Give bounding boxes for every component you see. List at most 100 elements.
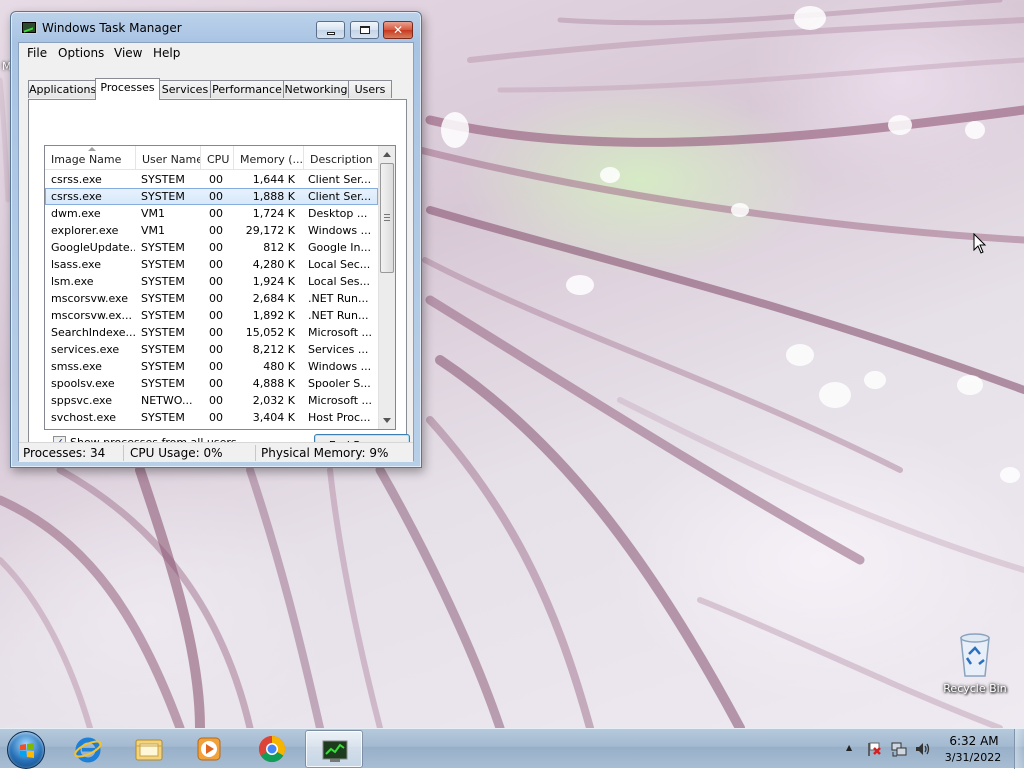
status-processes: Processes: 34 — [23, 446, 106, 460]
cell-description: Microsoft ... — [308, 394, 373, 407]
process-list[interactable]: Image Name User Name CPU Memory (... Des… — [44, 145, 396, 430]
maximize-button[interactable] — [350, 21, 379, 39]
recycle-bin-shortcut[interactable]: Recycle Bin — [938, 630, 1012, 695]
cell-image-name: mscorsvw.ex... — [51, 309, 133, 322]
cell-memory: 1,924 K — [252, 275, 295, 288]
tab-applications[interactable]: Applications — [28, 80, 96, 98]
table-row[interactable]: explorer.exe VM1 00 29,172 K Windows ... — [45, 222, 378, 239]
scroll-up-icon[interactable] — [383, 152, 391, 157]
cell-image-name: csrss.exe — [51, 190, 102, 203]
tray-expand-icon[interactable]: ▲ — [846, 743, 852, 752]
title-bar[interactable]: Windows Task Manager ✕ — [11, 12, 421, 42]
cell-user-name: VM1 — [141, 207, 166, 220]
tab-users[interactable]: Users — [348, 80, 392, 98]
cell-cpu: 00 — [209, 292, 223, 305]
network-icon[interactable] — [891, 741, 907, 757]
taskbar-task-manager[interactable] — [305, 730, 363, 768]
cell-description: Host Proc... — [308, 411, 371, 424]
table-row[interactable]: mscorsvw.exe SYSTEM 00 2,684 K .NET Run... — [45, 290, 378, 307]
cell-user-name: SYSTEM — [141, 258, 185, 271]
cell-cpu: 00 — [209, 394, 223, 407]
table-row[interactable]: GoogleUpdate... SYSTEM 00 812 K Google In... — [45, 239, 378, 256]
tab-networking[interactable]: Networking — [283, 80, 349, 98]
taskbar: ▲ 6:32 AM 3/31/2022 — [0, 728, 1024, 769]
start-button[interactable] — [7, 731, 45, 769]
taskbar-internet-explorer[interactable] — [59, 730, 117, 768]
cell-image-name: smss.exe — [51, 360, 102, 373]
table-row[interactable]: services.exe SYSTEM 00 8,212 K Services ... — [45, 341, 378, 358]
taskbar-file-explorer[interactable] — [120, 730, 178, 768]
column-image-name[interactable]: Image Name — [45, 146, 136, 170]
close-button[interactable]: ✕ — [383, 21, 413, 39]
minimize-button[interactable] — [316, 21, 345, 39]
cell-description: Local Ses... — [308, 275, 370, 288]
status-bar: Processes: 34 CPU Usage: 0% Physical Mem… — [19, 442, 413, 462]
task-manager-window[interactable]: Windows Task Manager ✕ File Options View… — [10, 11, 422, 468]
table-row[interactable]: svchost.exe SYSTEM 00 3,404 K Host Proc... — [45, 409, 378, 426]
cell-cpu: 00 — [209, 275, 223, 288]
cell-image-name: sppsvc.exe — [51, 394, 112, 407]
taskbar-chrome[interactable] — [243, 730, 301, 768]
menu-view[interactable]: View — [114, 46, 142, 60]
action-center-flag-icon[interactable] — [866, 741, 882, 757]
table-row[interactable]: spoolsv.exe SYSTEM 00 4,888 K Spooler S... — [45, 375, 378, 392]
column-user-name[interactable]: User Name — [136, 146, 201, 170]
cell-description: .NET Run... — [308, 292, 369, 305]
table-row[interactable]: csrss.exe SYSTEM 00 1,644 K Client Ser... — [45, 171, 378, 188]
taskbar-media-player[interactable] — [180, 730, 238, 768]
file-explorer-icon — [135, 739, 163, 761]
show-desktop-button[interactable] — [1014, 729, 1024, 769]
cell-memory: 15,052 K — [245, 326, 295, 339]
cell-memory: 3,404 K — [252, 411, 295, 424]
table-row[interactable]: dwm.exe VM1 00 1,724 K Desktop ... — [45, 205, 378, 222]
clock-time[interactable]: 6:32 AM — [946, 734, 1002, 748]
cell-cpu: 00 — [209, 173, 223, 186]
chrome-icon — [258, 735, 286, 763]
status-cpu-usage: CPU Usage: 0% — [130, 446, 223, 460]
cell-image-name: SearchIndexe... — [51, 326, 135, 339]
menu-file[interactable]: File — [27, 46, 47, 60]
cell-cpu: 00 — [209, 360, 223, 373]
tab-processes[interactable]: Processes — [95, 78, 160, 100]
tab-performance[interactable]: Performance — [210, 80, 284, 98]
tab-services[interactable]: Services — [159, 80, 211, 98]
cell-memory: 1,724 K — [252, 207, 295, 220]
cell-description: Windows ... — [308, 224, 372, 237]
status-physical-memory: Physical Memory: 9% — [261, 446, 389, 460]
cell-user-name: SYSTEM — [141, 190, 185, 203]
vertical-scrollbar[interactable] — [378, 146, 395, 429]
scroll-thumb[interactable] — [380, 163, 394, 273]
column-memory[interactable]: Memory (... — [234, 146, 304, 170]
table-row[interactable]: SearchIndexe... SYSTEM 00 15,052 K Microsoft… — [45, 324, 378, 341]
cell-memory: 480 K — [263, 360, 295, 373]
cell-cpu: 00 — [209, 241, 223, 254]
cell-memory: 4,280 K — [252, 258, 295, 271]
recycle-bin-label: Recycle Bin — [943, 682, 1007, 695]
table-row[interactable]: lsass.exe SYSTEM 00 4,280 K Local Sec... — [45, 256, 378, 273]
minimize-icon — [326, 31, 335, 35]
cell-cpu: 00 — [209, 309, 223, 322]
table-row[interactable]: csrss.exe SYSTEM 00 1,888 K Client Ser... — [45, 188, 378, 205]
cell-memory: 1,644 K — [252, 173, 295, 186]
column-cpu[interactable]: CPU — [201, 146, 234, 170]
volume-icon[interactable] — [914, 741, 932, 757]
cell-description: .NET Run... — [308, 309, 369, 322]
internet-explorer-icon — [74, 737, 102, 763]
table-row[interactable]: smss.exe SYSTEM 00 480 K Windows ... — [45, 358, 378, 375]
cell-memory: 2,684 K — [252, 292, 295, 305]
clock-date[interactable]: 3/31/2022 — [942, 751, 1004, 764]
cell-description: Google In... — [308, 241, 371, 254]
cell-image-name: explorer.exe — [51, 224, 119, 237]
table-row[interactable]: sppsvc.exe NETWO... 00 2,032 K Microsoft ... — [45, 392, 378, 409]
scroll-down-icon[interactable] — [383, 418, 391, 423]
table-row[interactable]: lsm.exe SYSTEM 00 1,924 K Local Ses... — [45, 273, 378, 290]
status-divider — [255, 445, 256, 461]
cell-memory: 4,888 K — [252, 377, 295, 390]
table-row[interactable]: mscorsvw.ex... SYSTEM 00 1,892 K .NET Run... — [45, 307, 378, 324]
cell-cpu: 00 — [209, 343, 223, 356]
cell-memory: 8,212 K — [252, 343, 295, 356]
cell-user-name: SYSTEM — [141, 173, 185, 186]
menu-help[interactable]: Help — [153, 46, 180, 60]
column-description[interactable]: Description — [304, 146, 378, 170]
menu-options[interactable]: Options — [58, 46, 104, 60]
